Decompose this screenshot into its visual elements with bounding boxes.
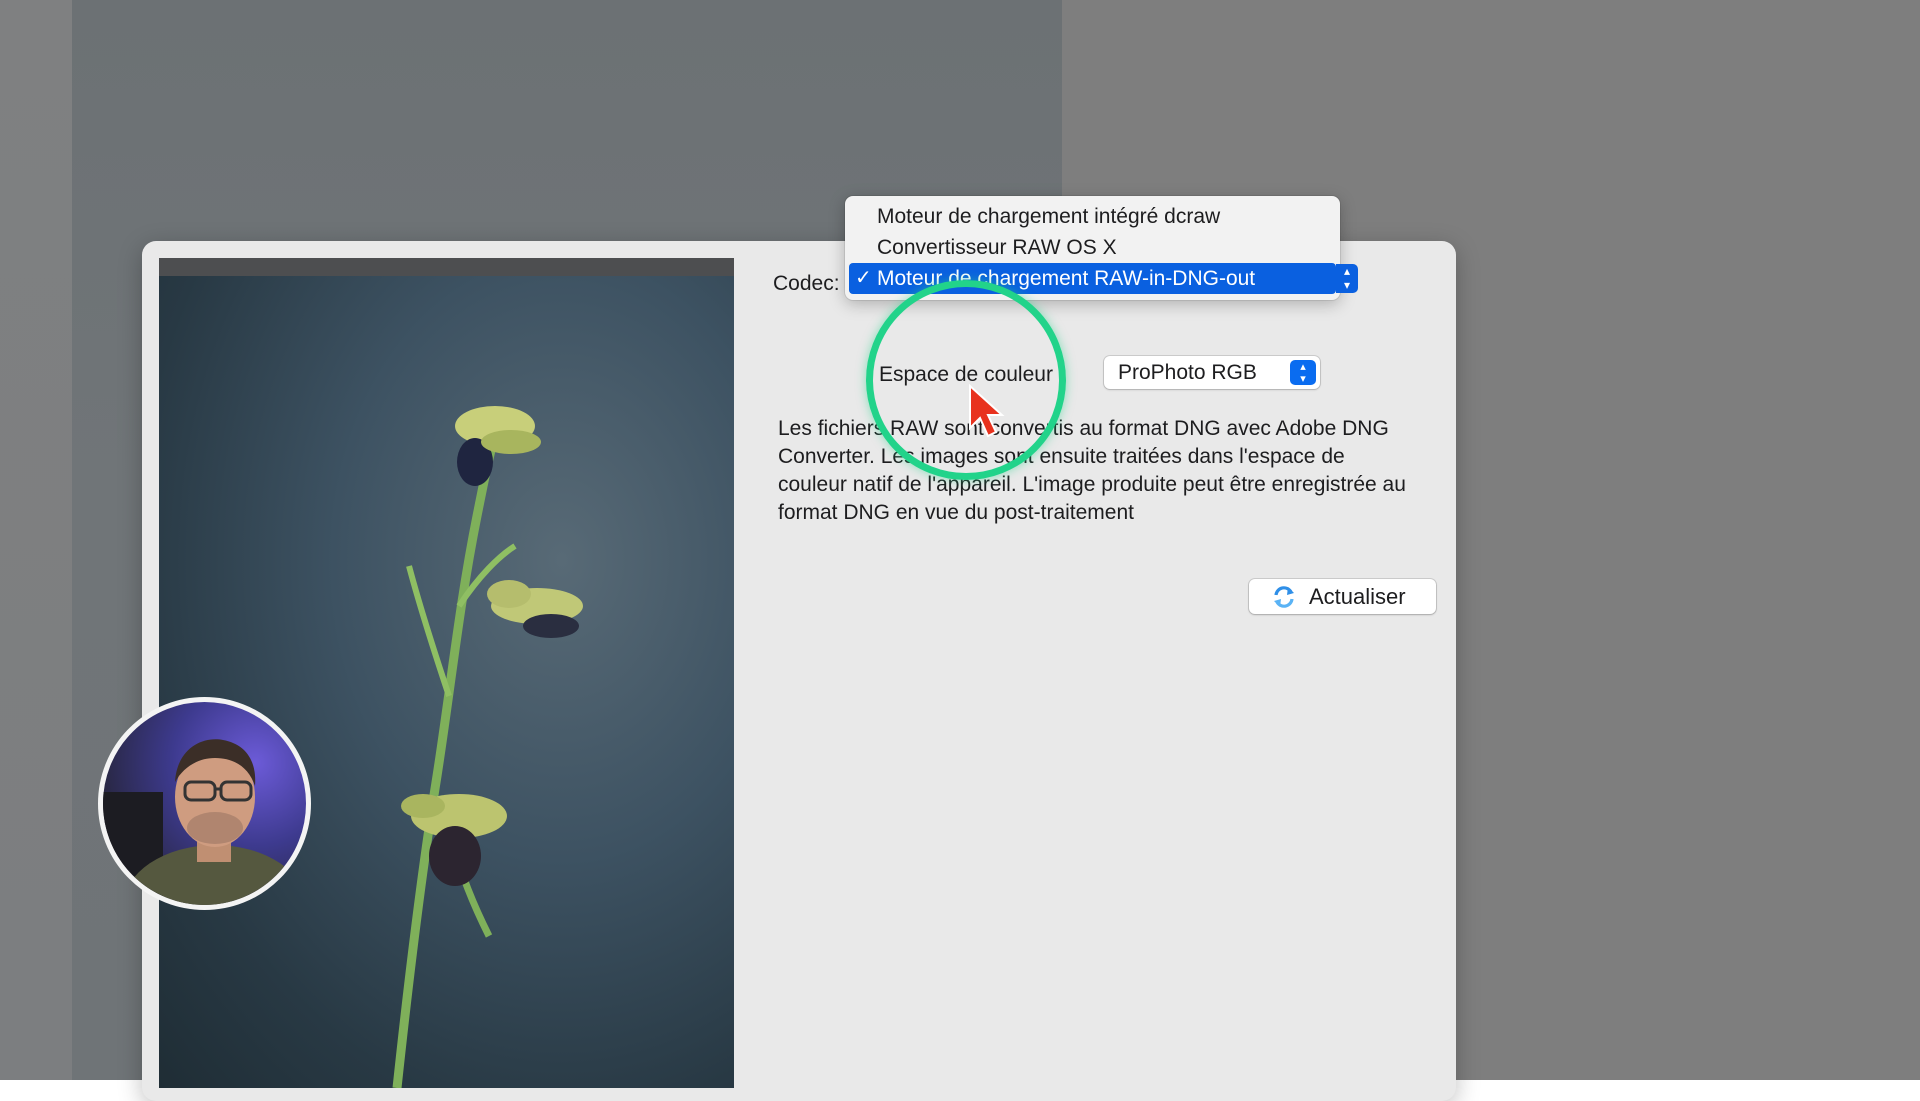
codec-option-label: Moteur de chargement intégré dcraw (877, 205, 1220, 228)
click-highlight-ring (866, 280, 1066, 480)
codec-label: Codec: (773, 272, 840, 296)
background-left-strip (0, 0, 72, 1080)
codec-option-label: Convertisseur RAW OS X (877, 236, 1117, 259)
mouse-cursor-icon (968, 384, 1008, 440)
codec-option-dcraw[interactable]: Moteur de chargement intégré dcraw (845, 201, 1340, 232)
chevron-updown-icon: ▴▾ (1290, 360, 1316, 385)
presenter-avatar (103, 702, 306, 905)
codec-description: Les fichiers RAW sont convertis au forma… (778, 415, 1418, 527)
codec-option-osx-raw[interactable]: Convertisseur RAW OS X (845, 232, 1340, 263)
refresh-button-label: Actualiser (1309, 584, 1406, 610)
refresh-button[interactable]: Actualiser (1249, 579, 1436, 614)
orchid-illustration (159, 276, 734, 1088)
checkmark-icon: ✓ (855, 263, 872, 294)
codec-dropdown-menu[interactable]: Moteur de chargement intégré dcraw Conve… (845, 196, 1340, 300)
preview-top-bar (159, 258, 734, 276)
orchid-photo (159, 276, 734, 1088)
image-preview (159, 258, 734, 1088)
flower-lower (401, 794, 507, 886)
popup-stepper-icon: ▴▾ (1336, 264, 1358, 293)
webcam-overlay (98, 697, 311, 910)
flower-top (455, 406, 541, 486)
refresh-icon (1271, 584, 1297, 610)
color-space-value: ProPhoto RGB (1118, 361, 1257, 385)
color-space-select[interactable]: ProPhoto RGB ▴▾ (1104, 356, 1320, 389)
flower-middle (487, 580, 583, 638)
